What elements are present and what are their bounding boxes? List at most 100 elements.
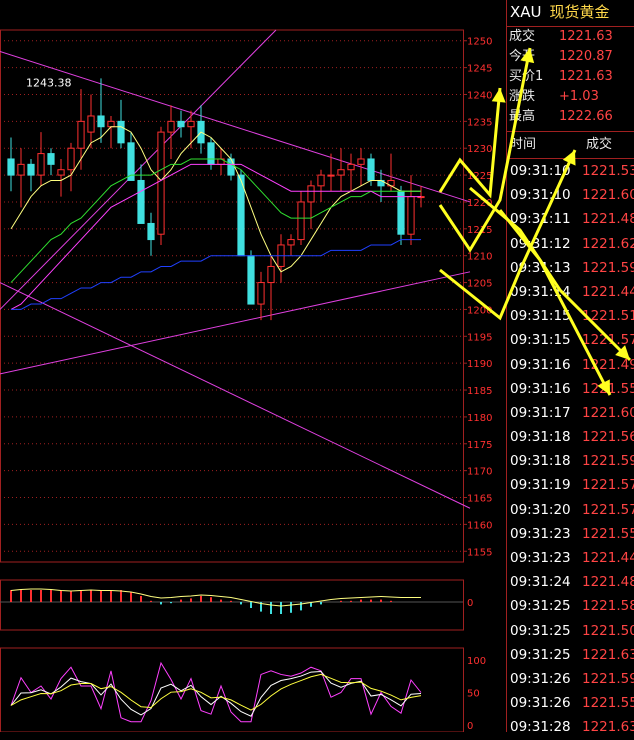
- trade-price: 1221.57: [582, 501, 634, 518]
- trade-time: 09:31:11: [510, 211, 571, 228]
- price-tick-label: 1225: [467, 171, 492, 182]
- trade-time: 09:31:18: [510, 429, 571, 446]
- chart-area[interactable]: 1250 1245 1240 1235 1230 1225 1220 1215 1210 1205…: [0, 0, 506, 732]
- candle-body: [357, 158, 365, 165]
- trade-price: 1221.60: [582, 187, 634, 204]
- quote-value: 1221.63: [559, 29, 613, 44]
- trade-row: 09:31:20 1221.57: [507, 498, 634, 522]
- trade-row: 09:31:19 1221.57: [507, 473, 634, 497]
- trade-time: 09:31:16: [510, 380, 571, 397]
- price-tick-label: 1160: [467, 520, 492, 531]
- trades-header: 时间 成交: [507, 131, 634, 159]
- trade-row: 09:31:17 1221.60: [507, 401, 634, 425]
- quote-row: 最高 1222.66: [507, 107, 634, 127]
- quote-row: 买价1 1221.63: [507, 67, 634, 87]
- price-tick-label: 1185: [467, 386, 492, 397]
- macd-dif-line: [10, 588, 421, 607]
- trade-row: 09:31:11 1221.48: [507, 207, 634, 231]
- trade-time: 09:31:10: [510, 163, 571, 179]
- quote-label: 今开: [509, 49, 536, 64]
- trade-price: 1221.63: [582, 719, 634, 736]
- price-tick-label: 1155: [467, 547, 492, 558]
- trade-row: 09:31:12 1221.62: [507, 232, 634, 256]
- price-tick-label: 1170: [467, 467, 492, 478]
- trade-row: 09:31:18 1221.56: [507, 425, 634, 449]
- quote-panel: XAU 现货黄金 成交 1221.63 今开 1220.87 买价1 1221.63 涨跌 +1…: [506, 0, 634, 735]
- trade-row: 09:31:15 1221.51: [507, 304, 634, 328]
- price-tick-label: 1250: [467, 37, 492, 48]
- trade-price: 1221.51: [582, 308, 634, 325]
- trades-list[interactable]: 09:31:10 1221.53 09:31:10 1221.60 09:31:11 12…: [507, 159, 634, 740]
- quote-value: 1220.87: [559, 49, 613, 64]
- candle-body: [187, 120, 195, 128]
- trade-price: 1221.60: [582, 404, 634, 421]
- trade-row: 09:31:23 1221.55: [507, 522, 634, 546]
- trade-time: 09:31:25: [510, 646, 571, 663]
- trade-price: 1221.53: [582, 163, 634, 179]
- trade-price: 1221.56: [582, 429, 634, 446]
- symbol-header: XAU 现货黄金: [507, 0, 634, 27]
- price-tick-label: 1205: [467, 279, 492, 290]
- trade-price: 1221.55: [582, 380, 634, 397]
- trade-price: 1221.50: [582, 622, 634, 639]
- trade-price: 1221.59: [582, 259, 634, 276]
- quote-value: +1.03: [559, 89, 599, 104]
- quote-label: 成交: [509, 29, 536, 44]
- trade-time: 09:31:12: [510, 235, 571, 252]
- quote-rows: 成交 1221.63 今开 1220.87 买价1 1221.63 涨跌 +1.03 最高 122…: [507, 27, 634, 127]
- candle-body: [17, 163, 25, 176]
- candle-body: [317, 174, 325, 187]
- price-tick-label: 1235: [467, 117, 492, 128]
- trade-time: 09:31:16: [510, 356, 571, 373]
- candle-body: [287, 239, 295, 246]
- candle-body: [407, 196, 415, 235]
- trade-row: 09:31:13 1221.59: [507, 256, 634, 280]
- trade-price: 1221.48: [582, 574, 634, 591]
- trade-row: 09:31:28 1221.63: [507, 715, 634, 739]
- candle-body: [107, 120, 115, 128]
- trade-price: 1221.57: [582, 332, 634, 349]
- trade-price: 1221.59: [582, 453, 634, 470]
- trade-row: 09:31:10 1221.60: [507, 183, 634, 207]
- trade-row: 09:31:14 1221.44: [507, 280, 634, 304]
- trade-row: 09:31:25 1221.58: [507, 594, 634, 618]
- price-tick-label: 1245: [467, 64, 492, 75]
- main-frame: [0, 29, 464, 563]
- symbol-code: XAU: [510, 3, 542, 21]
- trade-time: 09:31:28: [510, 719, 571, 736]
- trade-time: 09:31:25: [510, 622, 571, 639]
- trade-time: 09:31:20: [510, 501, 571, 518]
- price-tick-label: 1220: [467, 198, 492, 209]
- trade-row: 09:31:16 1221.55: [507, 377, 634, 401]
- macd-frame: [0, 579, 464, 631]
- trade-row: 09:31:16 1221.49: [507, 353, 634, 377]
- trend-line: [0, 271, 471, 375]
- candle-body: [257, 282, 265, 305]
- price-tick-label: 1190: [467, 359, 492, 370]
- price-tick-label: 1230: [467, 144, 492, 155]
- candle-body: [327, 174, 335, 177]
- trade-time: 09:31:25: [510, 598, 571, 615]
- high-annotation: 1243.38: [26, 76, 72, 89]
- candlestick-chart[interactable]: 1250 1245 1240 1235 1230 1225 1220 1215 1210 1205…: [0, 0, 506, 732]
- candle-body: [57, 169, 65, 176]
- trade-price: 1221.55: [582, 525, 634, 542]
- trade-row: 09:31:10 1221.53: [507, 159, 634, 183]
- trade-price: 1221.44: [582, 283, 634, 300]
- trade-price: 1221.62: [582, 235, 634, 252]
- trade-time: 09:31:13: [510, 259, 571, 276]
- trade-row: 09:31:26 1221.55: [507, 691, 634, 715]
- price-tick-label: 1215: [467, 225, 492, 236]
- kdj-tick-label: 100: [467, 656, 486, 667]
- trend-line: [0, 282, 471, 509]
- price-tick-label: 1175: [467, 440, 492, 451]
- trade-time: 09:31:17: [510, 404, 571, 421]
- quote-row: 成交 1221.63: [507, 27, 634, 47]
- price-tick-label: 1180: [467, 413, 492, 424]
- quote-value: 1221.63: [559, 69, 613, 84]
- candle-body: [77, 120, 85, 149]
- trade-price: 1221.63: [582, 646, 634, 663]
- trade-time: 09:31:23: [510, 550, 571, 566]
- candle-body: [177, 120, 185, 128]
- candle-body: [347, 163, 355, 171]
